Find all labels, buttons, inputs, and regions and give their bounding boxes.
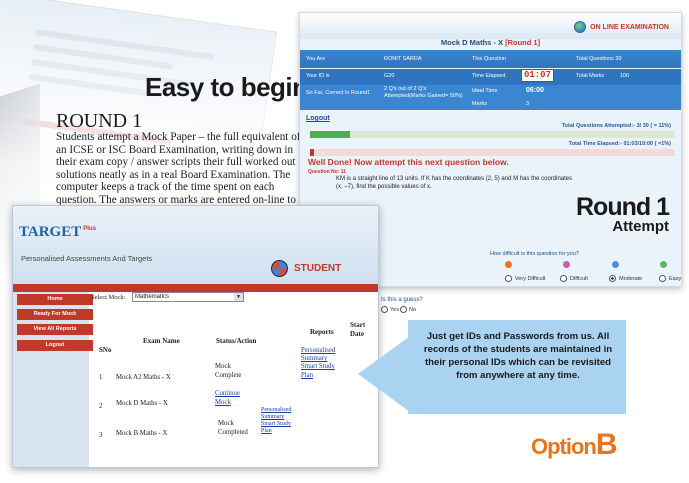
total-marks-value: 100 <box>620 73 630 79</box>
correct-label: So Far, Correct In Round1 <box>306 90 371 96</box>
radio-easy[interactable] <box>659 275 666 282</box>
you-are-label: You Are <box>306 56 326 62</box>
time-elapsed-label: Time Elapsed <box>472 73 506 79</box>
callout-arrow <box>358 336 410 412</box>
mock-round: [Round 1] <box>505 38 541 47</box>
row2-report-study-plan[interactable]: Smart Study Plan <box>261 421 299 435</box>
row2-sno: 2 <box>99 403 103 410</box>
row1-status: Mock Complete <box>215 363 242 379</box>
nav-ready-for-mock[interactable]: Ready For Mock <box>17 309 93 320</box>
target-logo: TARGET Plus <box>19 224 96 241</box>
ideal-time-label: Ideal Time <box>472 88 498 94</box>
callout-text: Just get IDs and Passwords from us. All … <box>423 331 613 381</box>
guess-question: Is this a guess? <box>381 297 423 303</box>
well-done-message: Well Done! Now attempt this next questio… <box>308 157 509 167</box>
row1-exam: Mock A2 Maths - X <box>116 374 171 381</box>
easy-to-begin-title: Easy to begin <box>145 72 308 102</box>
this-question-label: This Question <box>472 56 506 62</box>
nav-strip <box>13 284 378 292</box>
option-word: Option <box>531 434 597 459</box>
option-label: Very Difficult <box>515 275 546 282</box>
online-exam-badge: ON LINE EXAMINATION <box>574 21 669 33</box>
time-progress-fill <box>310 149 314 156</box>
row3-sno: 3 <box>99 432 103 439</box>
timer-display: 01:07 <box>521 69 554 82</box>
correct-value: 2 Q's out of 2 Q's Attempted(Marks Gaine… <box>384 86 463 99</box>
tagline: Personalised Assessments And Targets <box>21 254 153 263</box>
student-badge-label: STUDENT <box>294 263 342 274</box>
option-easy[interactable]: Easy <box>659 275 681 282</box>
questions-attempted-label: Total Questions Attempted:- 3/ 30 ( = 11… <box>561 123 671 129</box>
questions-progress-fill <box>310 131 351 138</box>
logo-text: TARGET <box>19 224 82 240</box>
option-moderate[interactable]: Moderate <box>609 275 642 282</box>
question-text: KM is a straight line of 13 units. If K … <box>336 176 573 190</box>
row1-sno: 1 <box>99 374 103 381</box>
logo-suffix: Plus <box>83 226 96 232</box>
you-are-value: RONIT SARDA <box>384 56 422 62</box>
select-mock-value: Mathematics <box>135 294 170 300</box>
row2-report-summary[interactable]: Summary <box>261 414 284 421</box>
radio-very-difficult[interactable] <box>505 275 512 282</box>
target-icon <box>271 260 288 277</box>
globe-icon <box>574 21 587 33</box>
ideal-time-value: 06:00 <box>526 87 544 94</box>
col-sno: SNo <box>99 346 112 354</box>
difficulty-dot-moderate <box>612 261 619 268</box>
student-badge: STUDENT <box>271 260 341 277</box>
option-difficult[interactable]: Difficult <box>560 275 588 282</box>
round1-attempt-title: Round 1 Attempt <box>576 193 670 235</box>
select-mock-dropdown[interactable]: Mathematics ▼ <box>132 292 244 302</box>
difficulty-dot-easy <box>660 261 667 268</box>
total-questions-label: Total Questions 30 <box>576 56 622 62</box>
option-b-label: OptionB <box>531 428 618 462</box>
marks-label: Marks <box>472 101 487 107</box>
total-marks-label: Total Marks <box>576 73 605 79</box>
mock-name: Mock D Maths - X <box>440 38 503 47</box>
col-exam-name: Exam Name <box>143 337 180 345</box>
difficulty-dot-very-difficult <box>505 261 512 268</box>
option-letter: B <box>595 428 618 461</box>
your-id-value: G20 <box>384 73 395 79</box>
radio-moderate[interactable] <box>609 275 616 282</box>
time-progress-bar <box>310 149 675 156</box>
select-mock-label: Select Mock: <box>91 294 126 301</box>
nav-logout[interactable]: Logout <box>17 340 93 351</box>
row2-report-personalised[interactable]: Personalised <box>261 407 291 414</box>
radio-difficult[interactable] <box>560 275 567 282</box>
col-status: Status/Action <box>216 337 257 345</box>
time-elapsed-total-label: Total Time Elapsed:- 01:03/10:00 ( =1%) <box>568 141 671 147</box>
student-window: TARGET Plus Personalised Assessments And … <box>12 205 379 468</box>
marks-value: 3 <box>526 101 530 107</box>
guess-yes-label: Yes <box>390 306 399 313</box>
questions-progress-bar <box>310 131 675 138</box>
col-reports: Reports <box>310 328 334 336</box>
radio-guess-yes[interactable] <box>381 306 388 313</box>
guess-no[interactable]: No <box>400 306 416 313</box>
option-label: Moderate <box>619 275 643 282</box>
option-label: Difficult <box>570 275 588 282</box>
round1-big-label: Round 1 <box>576 193 670 221</box>
guess-no-label: No <box>409 306 417 313</box>
row2-continue-mock[interactable]: Continue Mock <box>215 390 251 407</box>
row3-status: Mock Completed <box>218 420 248 436</box>
difficulty-question: How difficult is this question for you? <box>490 251 579 257</box>
online-exam-label: ON LINE EXAMINATION <box>590 23 669 31</box>
your-id-label: Your ID is <box>306 73 330 79</box>
option-very-difficult[interactable]: Very Difficult <box>505 275 545 282</box>
radio-guess-no[interactable] <box>400 306 407 313</box>
row3-exam: Mock B Maths - X <box>116 430 168 437</box>
logout-link[interactable]: Logout <box>306 115 330 122</box>
guess-yes[interactable]: Yes <box>381 306 399 313</box>
option-label: Easy <box>669 275 682 282</box>
row2-exam: Mock D Maths - X <box>116 400 168 407</box>
nav-view-all-reports[interactable]: View All Reports <box>17 324 93 335</box>
round1-heading: ROUND 1 <box>56 110 143 132</box>
difficulty-dot-difficult <box>563 261 570 268</box>
mock-title: Mock D Maths - X [Round 1] <box>300 38 681 47</box>
chevron-down-icon: ▼ <box>234 293 243 301</box>
nav-home[interactable]: Home <box>17 294 93 305</box>
row1-report-study-plan[interactable]: Smart Study Plan <box>301 363 339 380</box>
